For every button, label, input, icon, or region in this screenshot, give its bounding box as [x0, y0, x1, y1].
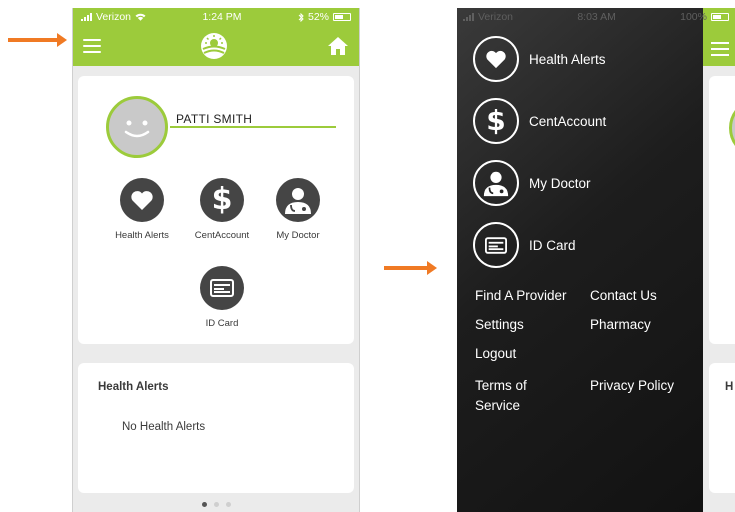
- page-dot-active: [201, 502, 207, 507]
- menu-item-my-doctor[interactable]: My Doctor: [473, 160, 591, 206]
- home-icon[interactable]: [327, 35, 349, 57]
- page-indicator[interactable]: [73, 502, 359, 507]
- battery-icon: [333, 13, 351, 21]
- peek-profile-card: [709, 76, 735, 344]
- link-logout[interactable]: Logout: [475, 344, 516, 364]
- menu-item-health-alerts[interactable]: Health Alerts: [473, 36, 606, 82]
- top-nav-bar: [73, 26, 359, 66]
- link-privacy-policy[interactable]: Privacy Policy: [590, 376, 674, 396]
- heart-icon: [486, 50, 506, 69]
- dollar-icon: $: [211, 182, 233, 217]
- health-alerts-empty-text: No Health Alerts: [122, 421, 206, 433]
- background-page-peek: H: [703, 8, 735, 512]
- carrier-name: Verizon: [96, 11, 132, 23]
- link-contact-us[interactable]: Contact Us: [590, 286, 657, 306]
- tile-label: Health Alerts: [115, 230, 169, 241]
- carrier-name: Verizon: [478, 11, 514, 23]
- health-alerts-title: Health Alerts: [98, 381, 169, 393]
- status-battery-group: 52%: [298, 11, 351, 23]
- link-terms-of-service[interactable]: Terms of Service: [475, 376, 565, 416]
- status-carrier-group: Verizon: [463, 11, 513, 23]
- battery-percent: 100%: [680, 11, 707, 23]
- tile-label: CentAccount: [194, 230, 250, 241]
- pointer-arrow-transition: [384, 261, 437, 275]
- status-time: 1:24 PM: [202, 11, 242, 23]
- id-card-icon: [210, 279, 234, 297]
- menu-item-label: ID Card: [529, 237, 576, 253]
- status-bar: Verizon 8:03 AM 100%: [457, 8, 735, 26]
- smiley-face-icon: [124, 120, 150, 138]
- menu-item-id-card[interactable]: ID Card: [473, 222, 576, 268]
- avatar[interactable]: [106, 96, 168, 158]
- hamburger-menu-icon[interactable]: [83, 39, 101, 53]
- heart-icon: [131, 191, 153, 210]
- doctor-icon: [483, 171, 509, 197]
- avatar: [729, 98, 735, 158]
- status-time: 8:03 AM: [577, 11, 616, 23]
- menu-item-label: CentAccount: [529, 113, 607, 129]
- signal-icon: [81, 13, 92, 21]
- phone-home-screen: Verizon 1:24 PM 52% PATTI SMITH Health A…: [72, 8, 360, 512]
- status-bar: Verizon 1:24 PM 52%: [73, 8, 359, 26]
- menu-item-centaccount[interactable]: $ CentAccount: [473, 98, 606, 144]
- tile-my-doctor[interactable]: My Doctor: [258, 178, 338, 241]
- hamburger-menu-icon[interactable]: [711, 42, 729, 56]
- tile-health-alerts[interactable]: Health Alerts: [102, 178, 182, 241]
- signal-icon: [463, 13, 474, 21]
- tile-label: My Doctor: [276, 230, 320, 241]
- doctor-icon: [285, 188, 311, 214]
- status-battery-group: 100%: [680, 11, 729, 23]
- side-menu-drawer: Health Alerts $ CentAccount My Doctor ID…: [457, 8, 703, 512]
- pointer-arrow-menu: [8, 33, 67, 47]
- menu-item-label: Health Alerts: [529, 51, 606, 67]
- battery-icon: [710, 13, 729, 21]
- wifi-icon: [135, 13, 146, 21]
- page-dot: [213, 502, 219, 507]
- tile-id-card[interactable]: ID Card: [182, 266, 262, 329]
- profile-card: PATTI SMITH Health Alerts $ CentAccount …: [78, 76, 354, 344]
- dollar-icon: $: [486, 104, 506, 137]
- link-settings[interactable]: Settings: [475, 315, 524, 335]
- peek-heading: H: [725, 381, 734, 393]
- id-card-icon: [485, 236, 507, 254]
- name-underline: [170, 126, 336, 128]
- tile-centaccount[interactable]: $ CentAccount: [182, 178, 262, 241]
- health-alerts-card: Health Alerts No Health Alerts: [78, 363, 354, 493]
- user-name: PATTI SMITH: [176, 112, 253, 126]
- battery-percent: 52%: [307, 11, 329, 23]
- link-pharmacy[interactable]: Pharmacy: [590, 315, 651, 335]
- phone-side-menu-screen: H Health Alerts $ CentAccount My Doctor …: [457, 8, 735, 512]
- menu-item-label: My Doctor: [529, 175, 591, 191]
- bluetooth-icon: [298, 12, 304, 22]
- page-dot: [225, 502, 231, 507]
- tile-label: ID Card: [205, 318, 239, 329]
- status-carrier-group: Verizon: [81, 11, 146, 23]
- link-find-a-provider[interactable]: Find A Provider: [475, 286, 567, 306]
- peek-alerts-card: H: [709, 363, 735, 493]
- app-logo-icon: [201, 33, 227, 59]
- screenshot-stage: Verizon 1:24 PM 52% PATTI SMITH Health A…: [0, 0, 735, 512]
